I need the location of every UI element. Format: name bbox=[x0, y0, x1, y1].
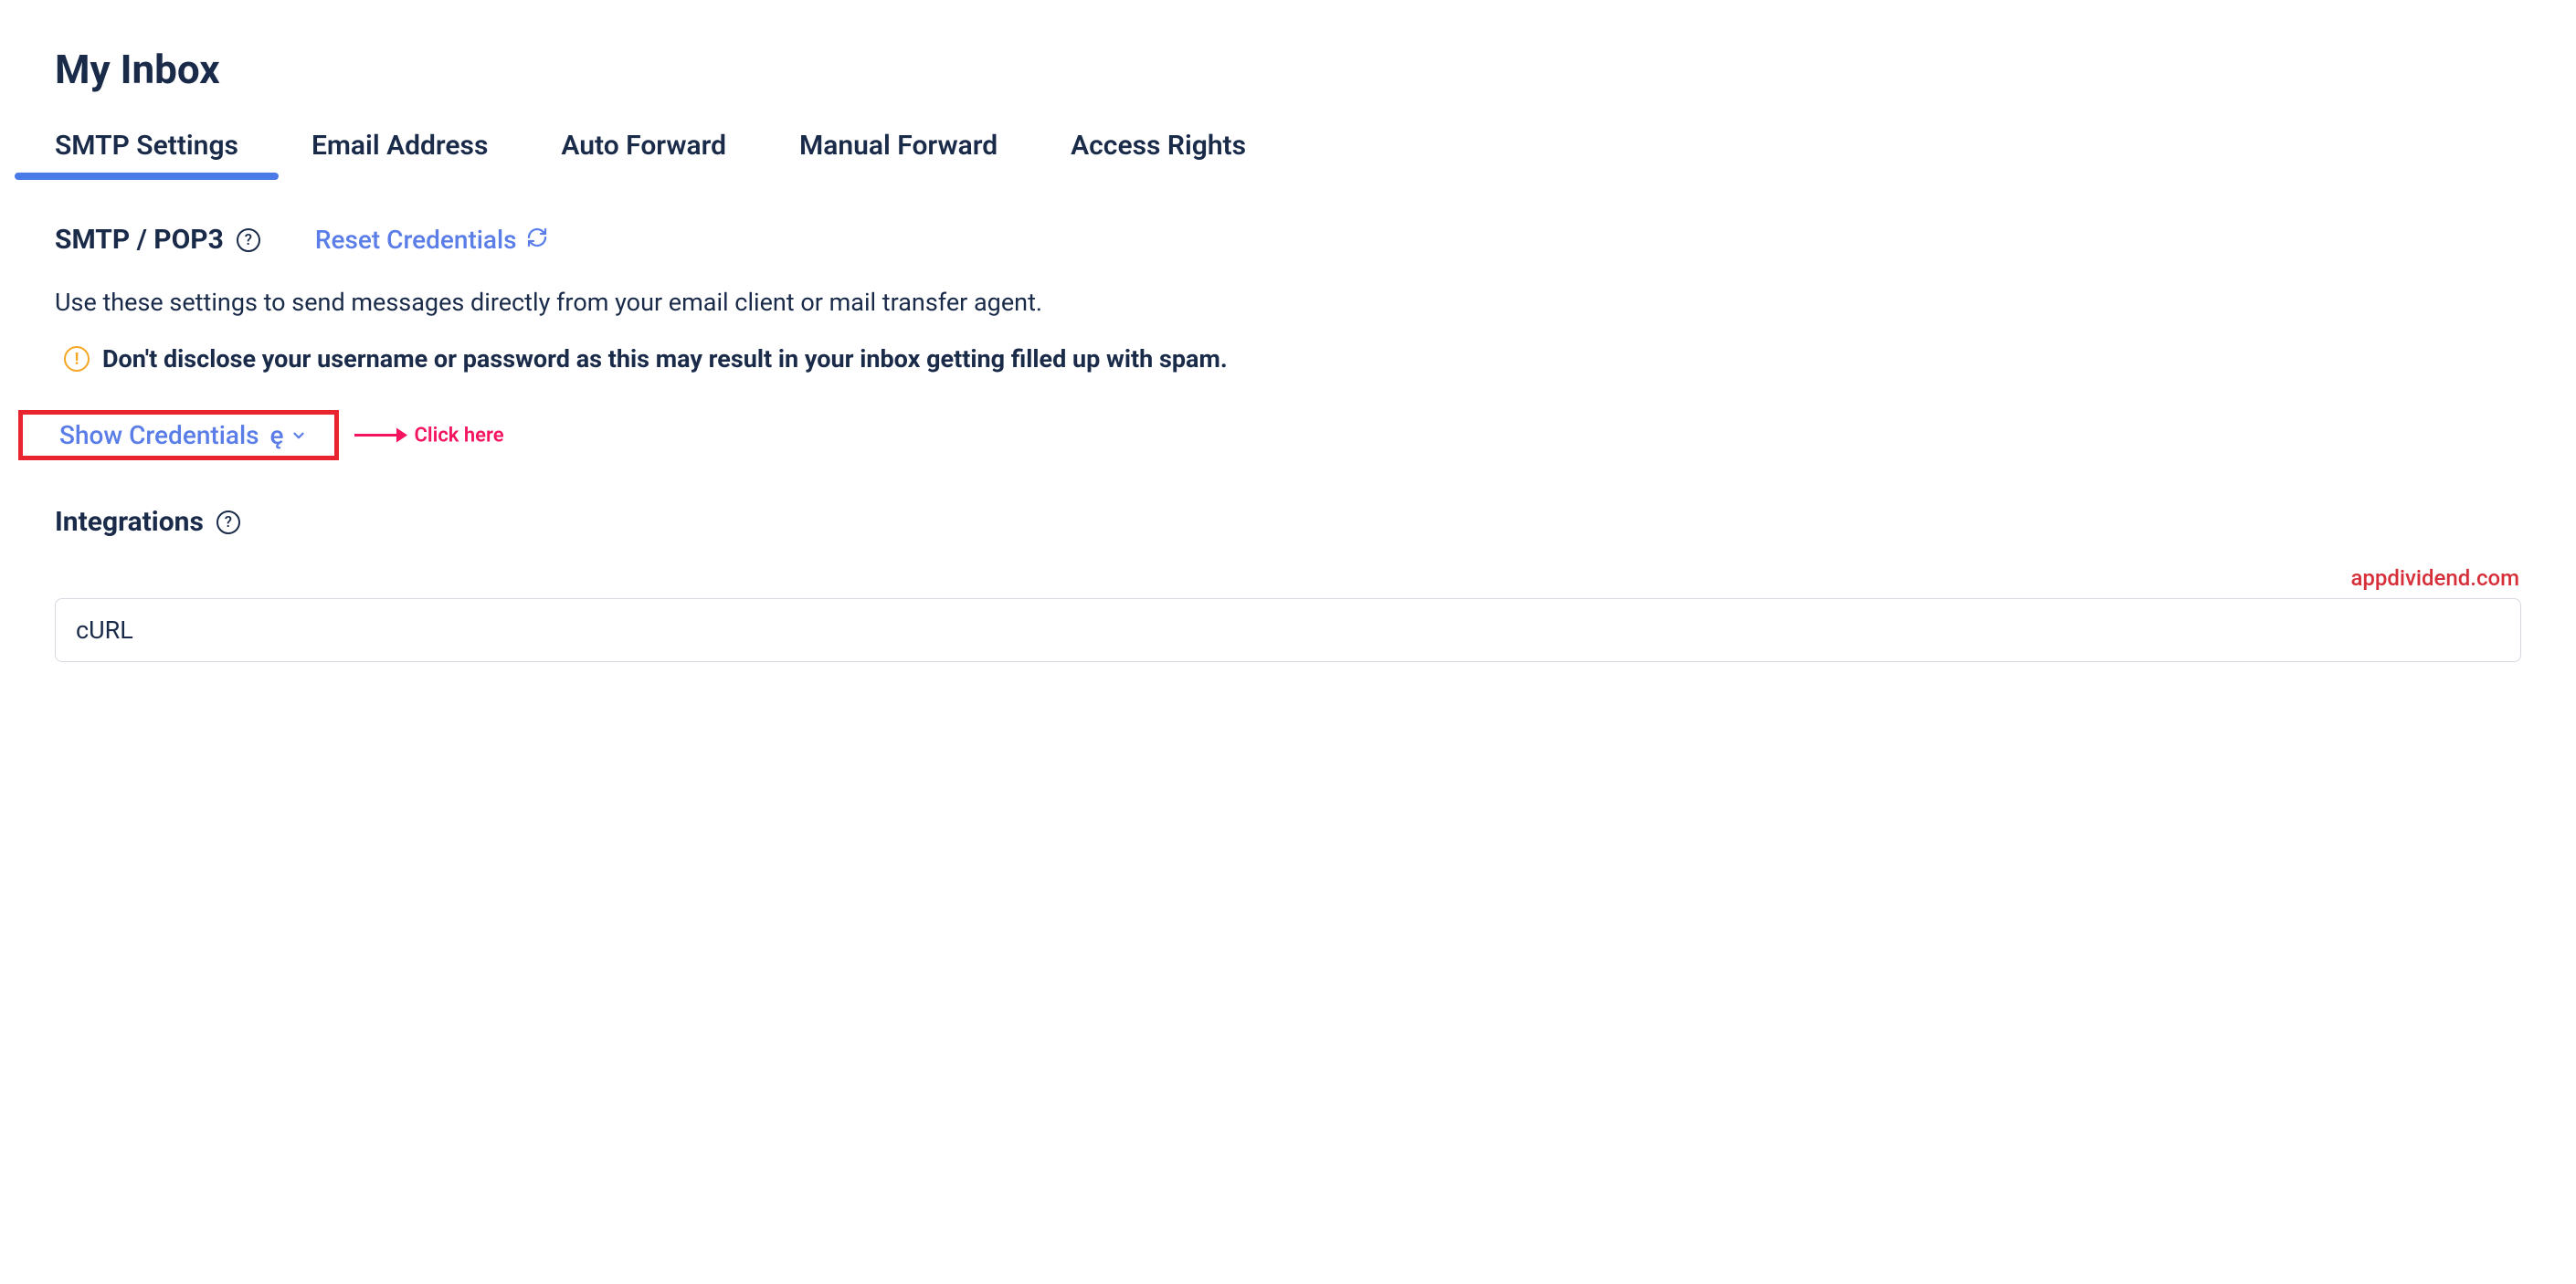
warning-row: ! Don't disclose your username or passwo… bbox=[55, 344, 2521, 374]
tab-auto-forward[interactable]: Auto Forward bbox=[561, 130, 726, 178]
warning-text: Don't disclose your username or password… bbox=[102, 344, 1228, 374]
integration-select[interactable]: cURL bbox=[55, 598, 2521, 662]
tab-manual-forward[interactable]: Manual Forward bbox=[799, 130, 998, 178]
smtp-heading-row: SMTP / POP3 ? Reset Credentials bbox=[55, 224, 2521, 256]
tab-email-address[interactable]: Email Address bbox=[311, 130, 488, 178]
page-title: My Inbox bbox=[55, 46, 2521, 93]
reset-credentials-label: Reset Credentials bbox=[315, 225, 517, 255]
tab-access-rights[interactable]: Access Rights bbox=[1071, 130, 1246, 178]
help-icon[interactable]: ? bbox=[237, 228, 260, 252]
smtp-description: Use these settings to send messages dire… bbox=[55, 288, 2521, 317]
reset-credentials-link[interactable]: Reset Credentials bbox=[315, 225, 548, 255]
smtp-heading-text: SMTP / POP3 bbox=[55, 224, 224, 256]
integrations-heading-text: Integrations bbox=[55, 506, 204, 538]
tabs-container: SMTP Settings Email Address Auto Forward… bbox=[55, 130, 2521, 178]
warning-icon: ! bbox=[64, 346, 90, 372]
refresh-icon bbox=[526, 225, 548, 255]
show-credentials-label: Show Credentials bbox=[59, 420, 259, 450]
tab-smtp-settings[interactable]: SMTP Settings bbox=[55, 130, 238, 178]
integrations-heading: Integrations ? bbox=[55, 506, 2521, 538]
show-credentials-highlight: Show Credentials ę Click here bbox=[18, 410, 339, 460]
smtp-heading: SMTP / POP3 ? bbox=[55, 224, 260, 256]
help-icon[interactable]: ? bbox=[216, 510, 240, 534]
annotation-arrow: Click here bbox=[353, 424, 504, 447]
chevron-down-icon: ę bbox=[270, 420, 307, 450]
watermark-text: appdividend.com bbox=[55, 565, 2521, 591]
annotation-text: Click here bbox=[415, 424, 504, 447]
show-credentials-button[interactable]: Show Credentials ę bbox=[59, 420, 307, 450]
